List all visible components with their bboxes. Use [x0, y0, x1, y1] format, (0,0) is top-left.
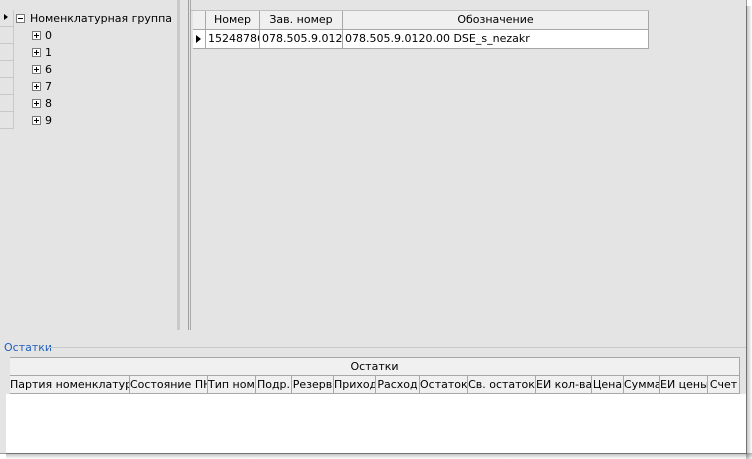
column-header-remainder[interactable]: Остаток: [420, 376, 468, 394]
tree-node[interactable]: 1: [16, 44, 176, 61]
expand-icon[interactable]: [32, 116, 41, 125]
tree-node-label: 7: [45, 80, 52, 93]
column-header-division[interactable]: Подр.: [256, 376, 292, 394]
remains-grid-body[interactable]: [6, 394, 746, 453]
remains-column-headers: Партия номенклатуры Состояние ПН Тип ном…: [10, 376, 740, 394]
expand-icon[interactable]: [32, 48, 41, 57]
row-indicator[interactable]: [0, 44, 14, 61]
current-row-arrow-icon: [4, 14, 8, 20]
row-indicator[interactable]: [0, 27, 14, 44]
tree-root-label: Номенклатурная группа: [30, 12, 173, 25]
tree-root-node[interactable]: Номенклатурная группа: [16, 10, 176, 27]
column-header-state[interactable]: Состояние ПН: [130, 376, 208, 394]
row-selector-header: [193, 11, 206, 29]
column-header-number[interactable]: Номер: [206, 11, 260, 29]
tree-node[interactable]: 9: [16, 112, 176, 129]
tree-row-gutter: [0, 10, 14, 130]
grid-header-row: Номер Зав. номер Обозначение: [193, 11, 649, 30]
nomenclature-tree: Номенклатурная группа 0 1 6 7 8 9: [16, 10, 176, 129]
tree-node-label: 0: [45, 29, 52, 42]
collapse-icon[interactable]: [16, 14, 25, 23]
column-header-qty-unit[interactable]: ЕИ кол-ва: [536, 376, 592, 394]
tree-node[interactable]: 8: [16, 95, 176, 112]
column-header-price-unit[interactable]: ЕИ цены: [660, 376, 708, 394]
row-indicator[interactable]: [0, 112, 14, 129]
items-grid: Номер Зав. номер Обозначение 15248786 07…: [193, 11, 649, 49]
current-row-arrow-icon: [196, 35, 201, 43]
cell-serial[interactable]: 078.505.9.0120: [260, 30, 343, 48]
tree-node-label: 8: [45, 97, 52, 110]
tree-node-label: 9: [45, 114, 52, 127]
table-row[interactable]: 15248786 078.505.9.0120 078.505.9.0120.0…: [193, 30, 649, 49]
column-header-free-remainder[interactable]: Св. остаток: [468, 376, 536, 394]
expand-icon[interactable]: [32, 65, 41, 74]
expand-icon[interactable]: [32, 31, 41, 40]
column-header-income[interactable]: Приход: [334, 376, 376, 394]
column-header-sum[interactable]: Сумма: [624, 376, 660, 394]
column-header-serial[interactable]: Зав. номер: [260, 11, 343, 29]
tree-node-label: 6: [45, 63, 52, 76]
tree-node[interactable]: 0: [16, 27, 176, 44]
group-divider: [48, 347, 746, 348]
column-header-designation[interactable]: Обозначение: [343, 11, 649, 29]
cell-number[interactable]: 15248786: [206, 30, 260, 48]
vertical-splitter[interactable]: [180, 0, 188, 330]
column-header-reserve[interactable]: Резерв: [292, 376, 334, 394]
splitter-edge: [188, 0, 189, 330]
remains-group-title: Остатки: [4, 341, 53, 354]
items-grid-pane: Номер Зав. номер Обозначение 15248786 07…: [190, 0, 746, 330]
tree-pane: Номенклатурная группа 0 1 6 7 8 9: [0, 0, 177, 330]
row-indicator[interactable]: [0, 10, 14, 27]
window-shadow-right: [746, 6, 752, 459]
grid-top-strip: [191, 0, 649, 11]
main-window: Номенклатурная группа 0 1 6 7 8 9 Номер …: [0, 0, 747, 454]
column-header-account[interactable]: Счет: [708, 376, 740, 394]
column-header-expense[interactable]: Расход: [376, 376, 420, 394]
row-indicator[interactable]: [0, 95, 14, 112]
remains-band-header: Остатки: [10, 358, 740, 376]
row-indicator[interactable]: [0, 78, 14, 95]
expand-icon[interactable]: [32, 82, 41, 91]
expand-icon[interactable]: [32, 99, 41, 108]
tree-node-label: 1: [45, 46, 52, 59]
tree-node[interactable]: 7: [16, 78, 176, 95]
tree-node[interactable]: 6: [16, 61, 176, 78]
cell-designation[interactable]: 078.505.9.0120.00 DSE_s_nezakr: [343, 30, 649, 48]
column-header-type[interactable]: Тип ном.: [208, 376, 256, 394]
window-shadow-bottom: [6, 453, 752, 459]
row-selector[interactable]: [193, 30, 206, 48]
remains-grid-header: Остатки Партия номенклатуры Состояние ПН…: [10, 357, 740, 394]
column-header-batch[interactable]: Партия номенклатуры: [10, 376, 130, 394]
column-header-price[interactable]: Цена: [592, 376, 624, 394]
row-indicator[interactable]: [0, 61, 14, 78]
